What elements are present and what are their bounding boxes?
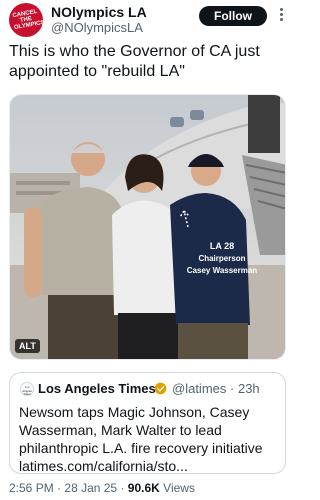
tweet-date[interactable]: 28 Jan 25 [64,481,117,495]
quoted-text: Newsom taps Magic Johnson, Casey Wasserm… [19,404,263,474]
avatar-text: CANCEL THE OLYMPICS [12,8,43,32]
more-options-icon[interactable] [271,3,291,25]
avatar[interactable]: CANCEL THE OLYMPICS [9,3,43,37]
quoted-tweet-card[interactable]: Los Angeles Times Los Angeles Times @lat… [9,372,286,474]
separator-dot: · [120,481,128,495]
follow-button[interactable]: Follow [199,6,267,26]
tweet-time[interactable]: 2:56 PM [9,481,54,495]
overlay-line-1: LA 28 [210,241,234,251]
alt-badge[interactable]: ALT [15,339,40,353]
quoted-handle: @latimes [172,381,227,396]
quoted-age: 23h [237,381,260,396]
quoted-handle-line[interactable]: @latimes · 23h [172,381,260,396]
separator-dot: · [230,381,235,396]
tweet-meta: 2:56 PM · 28 Jan 25 · 90.6K Views [9,481,195,495]
latimes-logo: Los Angeles Times [20,382,34,396]
quoted-source-name[interactable]: Los Angeles Times [38,381,156,396]
verified-badge-icon [154,382,167,395]
tweet-text: This is who the Governor of CA just appo… [9,43,260,80]
views-count: 90.6K [127,481,160,495]
views-label: Views [163,481,195,495]
photo-scene: LA 28 Chairperson Casey Wasserman [10,95,285,359]
author-handle[interactable]: @NOlympicsLA [51,20,143,35]
overlay-line-3: Casey Wasserman [187,266,258,275]
author-name[interactable]: NOlympics LA [51,4,147,20]
tweet-photo[interactable]: LA 28 Chairperson Casey Wasserman ALT [9,94,286,360]
overlay-line-2: Chairperson [198,254,245,263]
